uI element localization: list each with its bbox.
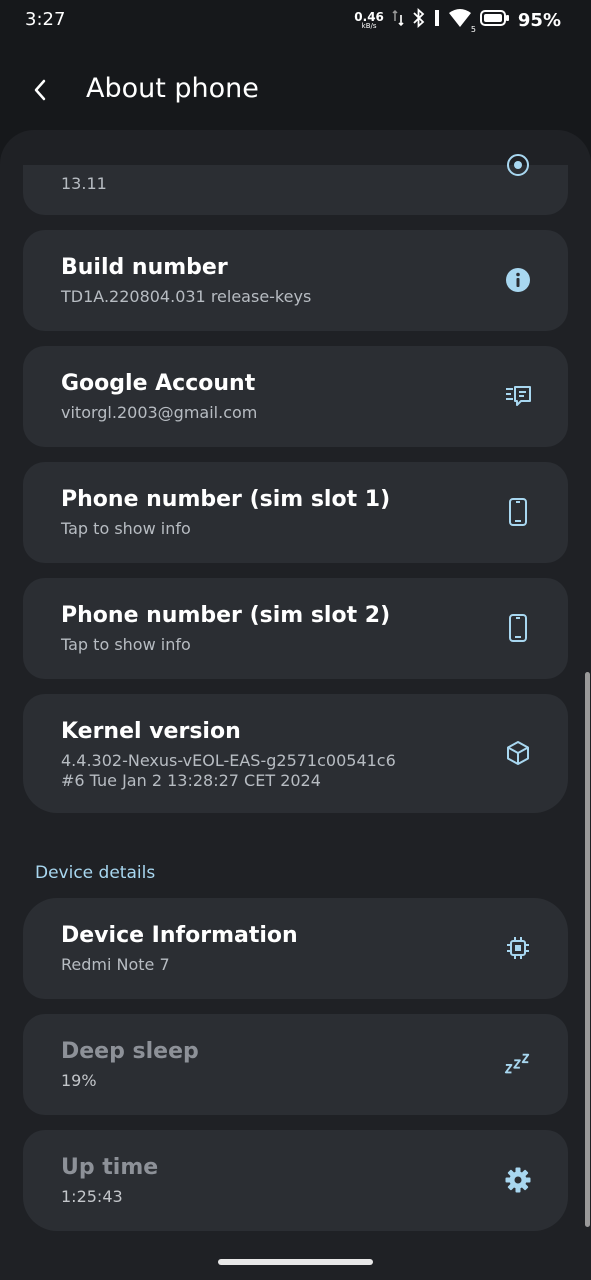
- google-account-title: Google Account: [61, 371, 256, 396]
- status-bar: 3:27 0.46 kB/s 5 95%: [0, 0, 591, 42]
- battery-icon: [479, 10, 510, 30]
- build-number-value: TD1A.220804.031 release-keys: [61, 287, 312, 306]
- back-button[interactable]: [20, 72, 60, 112]
- vibrate-icon: [434, 9, 440, 31]
- sleep-zzz-icon: [504, 1050, 532, 1078]
- home-indicator[interactable]: [218, 1259, 373, 1265]
- sim1-title: Phone number (sim slot 1): [61, 487, 391, 512]
- phone-icon: [504, 498, 532, 526]
- card-partial-version[interactable]: 13.11: [23, 154, 568, 215]
- network-speed: 0.46 kB/s: [354, 11, 384, 30]
- kernel-title: Kernel version: [61, 719, 241, 744]
- network-speed-unit: kB/s: [361, 21, 377, 30]
- card-build-number[interactable]: Build number TD1A.220804.031 release-key…: [23, 230, 568, 331]
- cube-icon: [504, 739, 532, 767]
- account-list-icon: [504, 382, 532, 410]
- up-time-value: 1:25:43: [61, 1187, 123, 1206]
- build-number-title: Build number: [61, 255, 228, 280]
- google-account-email: vitorgl.2003@gmail.com: [61, 403, 258, 422]
- scrollbar[interactable]: [585, 672, 590, 1227]
- card-google-account[interactable]: Google Account vitorgl.2003@gmail.com: [23, 346, 568, 447]
- back-arrow-icon: [32, 78, 48, 106]
- card-phone-number-sim2[interactable]: Phone number (sim slot 2) Tap to show in…: [23, 578, 568, 679]
- card-phone-number-sim1[interactable]: Phone number (sim slot 1) Tap to show in…: [23, 462, 568, 563]
- card-kernel-version[interactable]: Kernel version 4.4.302-Nexus-vEOL-EAS-g2…: [23, 694, 568, 813]
- bluetooth-icon: [412, 7, 426, 32]
- deep-sleep-value: 19%: [61, 1071, 97, 1090]
- deep-sleep-title: Deep sleep: [61, 1039, 199, 1064]
- signal-label: 5: [470, 25, 476, 34]
- target-icon: [504, 151, 532, 179]
- gear-icon: [504, 1166, 532, 1194]
- network-speed-value: 0.46: [354, 9, 384, 24]
- card-partial-subtitle: 13.11: [61, 174, 107, 193]
- data-transfer-icon: [392, 9, 404, 31]
- app-bar: About phone: [0, 60, 591, 120]
- settings-panel: 13.11 Build number TD1A.220804.031 relea…: [0, 130, 591, 1280]
- status-icons: 0.46 kB/s 5 95%: [354, 7, 561, 34]
- card-deep-sleep[interactable]: Deep sleep 19%: [23, 1014, 568, 1115]
- card-device-information[interactable]: Device Information Redmi Note 7: [23, 898, 568, 999]
- phone-icon: [504, 614, 532, 642]
- kernel-value: 4.4.302-Nexus-vEOL-EAS-g2571c00541c6 #6 …: [61, 751, 396, 790]
- sim2-subtitle: Tap to show info: [61, 635, 191, 654]
- info-icon: [504, 266, 532, 294]
- section-header-device-details: Device details: [35, 863, 156, 883]
- status-time: 3:27: [25, 9, 66, 30]
- sim1-subtitle: Tap to show info: [61, 519, 191, 538]
- card-up-time[interactable]: Up time 1:25:43: [23, 1130, 568, 1231]
- page-title: About phone: [86, 73, 259, 104]
- battery-percent: 95%: [517, 9, 561, 31]
- device-info-title: Device Information: [61, 923, 298, 948]
- device-info-value: Redmi Note 7: [61, 955, 170, 974]
- sim2-title: Phone number (sim slot 2): [61, 603, 391, 628]
- chip-icon: [504, 934, 532, 962]
- wifi-icon: 5: [448, 8, 476, 34]
- up-time-title: Up time: [61, 1155, 159, 1180]
